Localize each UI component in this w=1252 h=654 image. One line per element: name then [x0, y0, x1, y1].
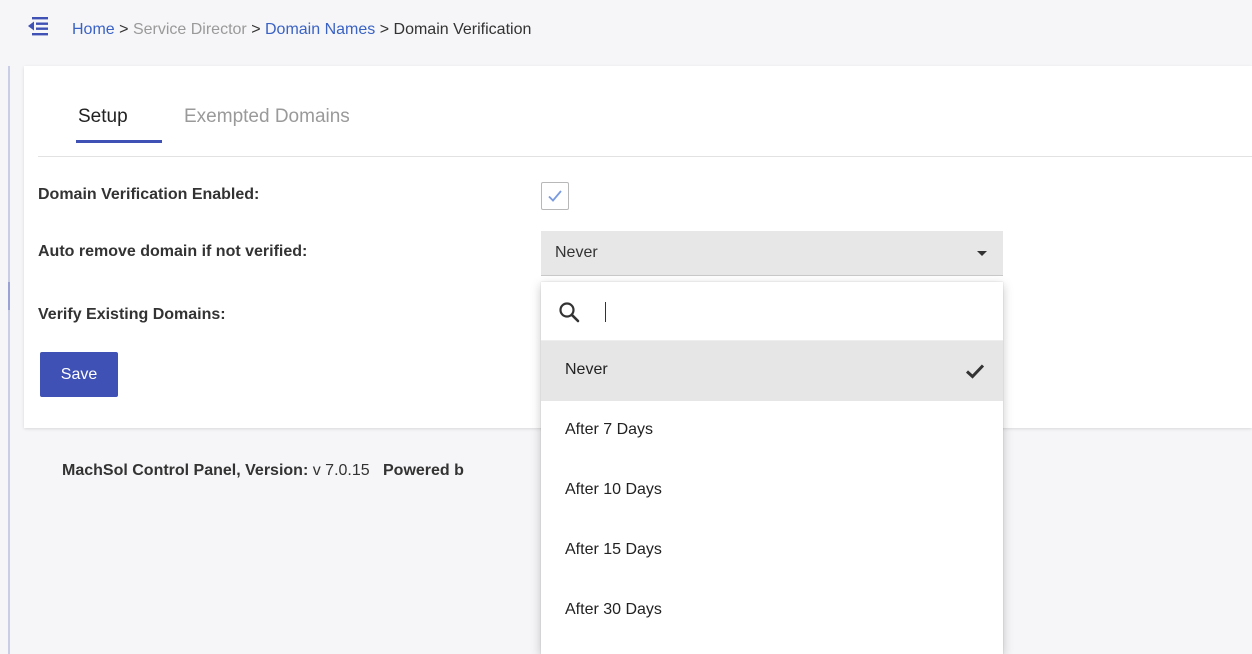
breadcrumb-separator: > [251, 21, 261, 38]
verification-enabled-label: Domain Verification Enabled: [38, 186, 260, 203]
footer-powered-by: Powered b [383, 462, 464, 479]
auto-remove-select[interactable]: Never [541, 231, 1003, 276]
breadcrumb-home[interactable]: Home [72, 21, 115, 38]
auto-remove-dropdown-menu: Never After 7 Days After 10 Days After 1… [541, 282, 1003, 654]
dropdown-search-row [541, 282, 1003, 341]
text-cursor [605, 302, 606, 322]
breadcrumb-separator: > [379, 21, 390, 38]
checkbox-tick-icon [548, 190, 562, 202]
option-label: After 15 Days [565, 541, 662, 558]
verification-enabled-checkbox[interactable] [541, 182, 569, 210]
footer-version: v 7.0.15 [312, 462, 370, 479]
checkmark-icon [965, 363, 985, 379]
auto-remove-selected-value: Never [555, 244, 598, 261]
breadcrumb-separator: > [119, 21, 129, 38]
tab-exempted-domains[interactable]: Exempted Domains [184, 106, 350, 128]
top-bar: Home > Service Director > Domain Names >… [0, 0, 1252, 60]
breadcrumb-current: Domain Verification [393, 21, 532, 38]
search-icon [558, 301, 580, 323]
footer-product-label: MachSol Control Panel, Version: [62, 462, 309, 479]
option-after-30-days[interactable]: After 30 Days [541, 581, 1003, 641]
option-label: After 30 Days [565, 601, 662, 618]
option-after-15-days[interactable]: After 15 Days [541, 521, 1003, 581]
dropdown-search-input[interactable] [603, 298, 983, 324]
menu-collapse-icon[interactable] [26, 14, 50, 38]
breadcrumb: Home > Service Director > Domain Names >… [72, 20, 531, 40]
tab-bar: Setup Exempted Domains [38, 66, 1252, 157]
option-after-7-days[interactable]: After 7 Days [541, 401, 1003, 461]
left-rule [8, 66, 10, 654]
active-tab-indicator [76, 140, 162, 143]
breadcrumb-service-director: Service Director [132, 21, 247, 38]
save-button[interactable]: Save [40, 352, 118, 397]
footer: MachSol Control Panel, Version: v 7.0.15… [62, 462, 464, 480]
auto-remove-label: Auto remove domain if not verified: [38, 243, 308, 260]
left-rule-marker [8, 282, 10, 310]
option-label: After 10 Days [565, 481, 662, 498]
dropdown-caret-icon [977, 251, 987, 256]
option-never[interactable]: Never [541, 341, 1003, 401]
verify-existing-label: Verify Existing Domains: [38, 306, 226, 323]
option-label: After 7 Days [565, 421, 654, 438]
tab-setup[interactable]: Setup [78, 106, 128, 128]
option-label: Never [565, 361, 608, 378]
breadcrumb-domain-names[interactable]: Domain Names [265, 21, 375, 38]
option-after-10-days[interactable]: After 10 Days [541, 461, 1003, 521]
